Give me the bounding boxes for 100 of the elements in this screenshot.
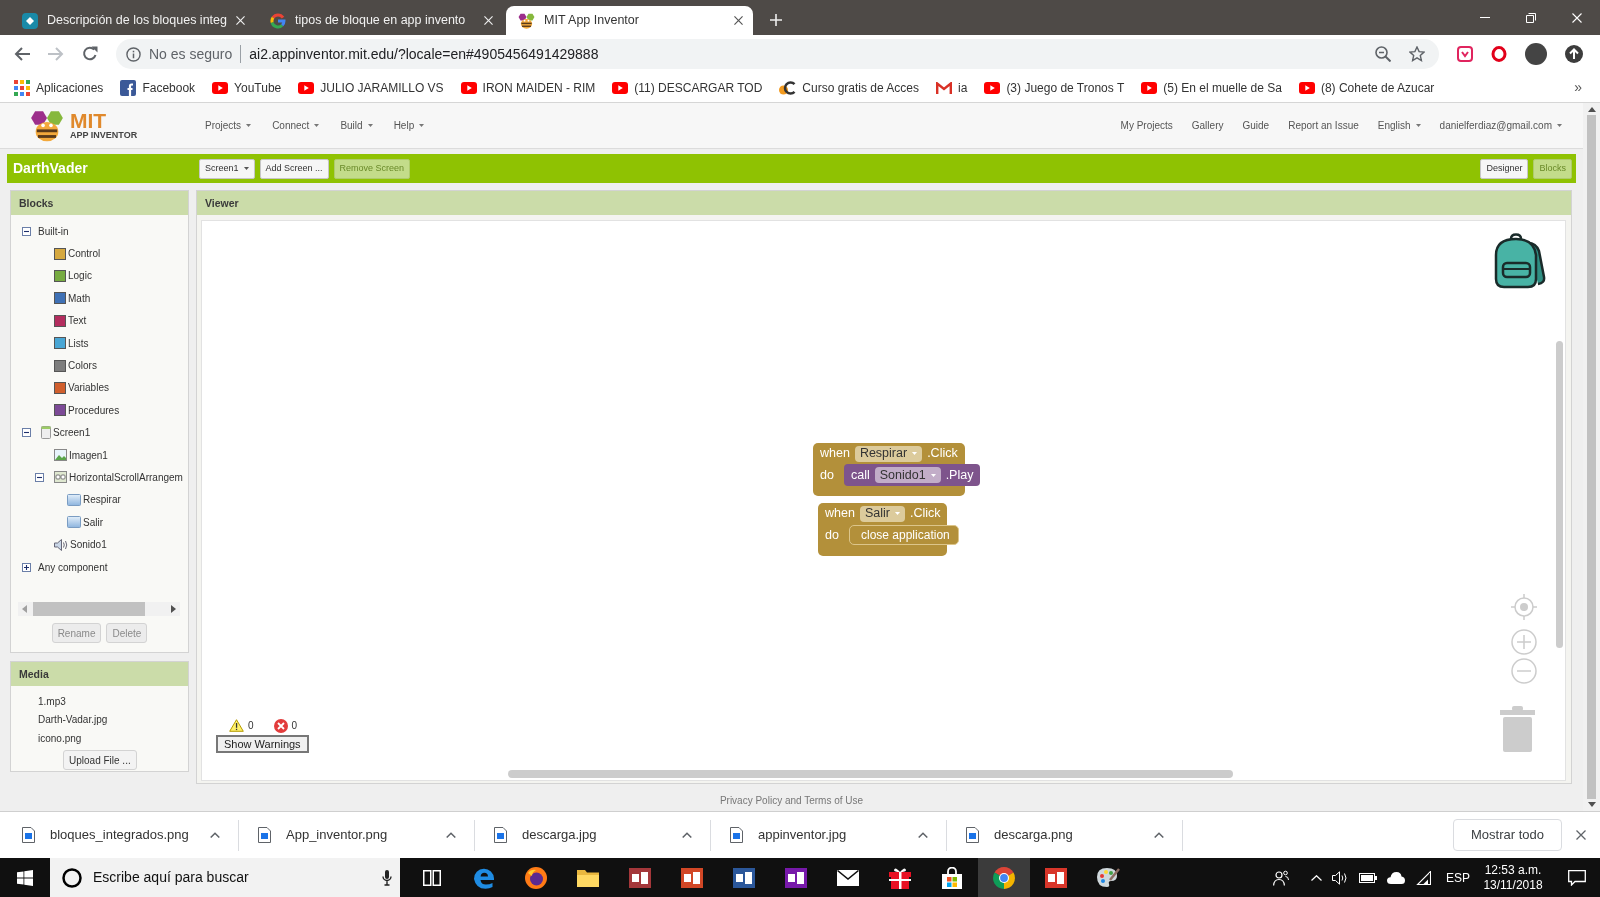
restore-icon[interactable] [1526, 12, 1536, 23]
browser-tab[interactable]: tipos de bloque en app invento [258, 6, 503, 35]
tree-item[interactable]: Text [21, 309, 87, 332]
bookmark-link[interactable]: (5) En el muelle de Sa [1141, 78, 1282, 97]
clock-date[interactable]: 13/11/2018 [1480, 877, 1546, 893]
menu-item[interactable]: Projects [205, 118, 252, 133]
menu-item[interactable]: Report an Issue [1288, 118, 1359, 133]
collapse-icon[interactable] [22, 226, 31, 236]
magnifier-icon[interactable] [1375, 46, 1391, 62]
tree-item[interactable]: Screen1 [21, 421, 91, 444]
download-item[interactable]: bloques_integrados.png [3, 819, 239, 851]
bookmark-link[interactable]: YouTube [212, 78, 282, 97]
download-item[interactable]: App_inventor.png [239, 819, 475, 851]
tree-item[interactable]: Built-in [21, 220, 69, 243]
bookmark-link[interactable]: (8) Cohete de Azucar [1298, 78, 1435, 97]
avatar-icon[interactable] [1525, 43, 1547, 65]
search-bar[interactable]: Escribe aquí para buscar [50, 858, 400, 897]
browser-tab[interactable]: MIT App Inventor [506, 6, 753, 35]
privacy-link[interactable]: Privacy Policy and Terms of Use [719, 793, 864, 811]
download-item[interactable]: descarga.jpg [475, 819, 711, 851]
browser-tab[interactable]: Descripción de los bloques integ [10, 6, 255, 35]
menu-item[interactable]: Gallery [1191, 118, 1224, 133]
close-icon[interactable] [734, 16, 743, 25]
arrow-down-icon[interactable] [1587, 802, 1596, 807]
arrow-right-icon[interactable] [171, 605, 176, 613]
blocks-workspace[interactable]: when Respirar .Click do call Sonido1 .Play when Salir .Click do close application 0 0 Show Warnings [201, 220, 1566, 781]
close-icon[interactable] [1576, 830, 1586, 840]
tree-item[interactable]: Math [21, 287, 91, 310]
ring-icon[interactable] [1491, 46, 1507, 62]
media-file[interactable]: icono.png [38, 732, 82, 744]
address-bar[interactable]: No es seguro ai2.appinventor.mit.edu/?locale=en#4905456491429888 [116, 39, 1439, 69]
menu-item[interactable]: Guide [1242, 118, 1270, 133]
language-indicator[interactable]: ESP [1446, 868, 1470, 887]
menu-item[interactable]: English [1377, 118, 1421, 133]
view-toggle[interactable]: Designer [1480, 158, 1529, 179]
tree-item[interactable]: Variables [21, 376, 109, 400]
tree-item[interactable]: Colors [21, 354, 97, 377]
backpack-icon[interactable] [1492, 233, 1547, 289]
menu-item[interactable]: Help [393, 118, 425, 133]
show-all-button[interactable]: Mostrar todo [1453, 819, 1562, 851]
component-dropdown[interactable]: Respirar [854, 445, 923, 462]
speaker-icon[interactable] [1332, 870, 1349, 885]
plus-icon[interactable] [770, 14, 782, 26]
clock-time[interactable]: 12:53 a.m. [1480, 862, 1546, 878]
bookmark-link[interactable]: (3) Juego de Tronos T [984, 78, 1125, 97]
bookmark-link[interactable]: Curso gratis de Acces [779, 78, 920, 97]
menu-item[interactable]: Build [340, 118, 373, 133]
expand-icon[interactable] [22, 562, 31, 572]
tree-item[interactable]: Sonido1 [21, 533, 107, 556]
search-field[interactable]: Escribe aquí para buscar [93, 867, 371, 888]
upload-button[interactable]: Upload File ... [63, 750, 137, 771]
cloud-icon[interactable] [1387, 871, 1405, 884]
taskbar-app[interactable] [978, 858, 1030, 897]
tree-item[interactable]: HorizontalScrollArrangem [21, 466, 183, 489]
collapse-icon[interactable] [35, 473, 44, 482]
star-icon[interactable] [1409, 46, 1425, 62]
screen-dropdown[interactable]: Screen1 [199, 158, 255, 179]
more-bookmarks[interactable]: » [1574, 77, 1582, 98]
show-warnings-button[interactable]: Show Warnings [216, 735, 309, 753]
tree-item[interactable]: Logic [21, 264, 92, 288]
menu-item[interactable]: My Projects [1120, 118, 1173, 133]
tree-item[interactable]: Control [21, 242, 101, 265]
chevron-tile-icon[interactable] [1457, 46, 1473, 62]
bookmark-link[interactable]: (11) DESCARGAR TOD [612, 78, 763, 97]
media-file[interactable]: 1.mp3 [38, 696, 66, 707]
tree-item[interactable]: Imagen1 [21, 443, 108, 467]
media-file[interactable]: Darth-Vadar.jpg [38, 714, 108, 726]
start-icon[interactable] [17, 869, 33, 886]
arrow-circle-icon[interactable] [1565, 45, 1583, 63]
arrow-up-icon[interactable] [1587, 107, 1596, 112]
menu-item[interactable]: danielferdiaz@gmail.com [1439, 118, 1562, 133]
tree-item[interactable]: Procedures [21, 399, 120, 422]
battery-icon[interactable] [1359, 872, 1377, 883]
microphone-icon[interactable] [382, 869, 392, 886]
notification-icon[interactable] [1568, 869, 1586, 886]
bookmark-link[interactable]: JULIO JARAMILLO VS [298, 78, 444, 97]
tree-item[interactable]: Respirar [21, 488, 121, 512]
tree-item[interactable]: Salir [21, 511, 103, 534]
horizontal-scrollbar[interactable] [18, 602, 180, 616]
bookmark-link[interactable]: IRON MAIDEN - RIM [460, 78, 596, 97]
vertical-scrollbar[interactable] [1556, 341, 1563, 648]
component-dropdown[interactable]: Sonido1 [874, 467, 941, 483]
component-dropdown[interactable]: Salir [859, 505, 905, 522]
tree-item[interactable]: Lists [21, 331, 89, 355]
address-url[interactable]: ai2.appinventor.mit.edu/?locale=en#4905456491429888 [249, 43, 599, 65]
horizontal-scrollbar[interactable] [508, 770, 1233, 778]
call-block[interactable]: call Sonido1 .Play [844, 464, 981, 486]
collapse-icon[interactable] [22, 428, 31, 438]
bookmark-link[interactable]: ia [936, 78, 968, 97]
reload-icon[interactable] [82, 46, 98, 62]
bookmark-link[interactable]: Aplicaciones [14, 78, 104, 97]
download-item[interactable]: descarga.png [947, 819, 1183, 851]
tree-item[interactable]: Any component [21, 555, 108, 579]
signal-icon[interactable] [1415, 870, 1431, 885]
download-item[interactable]: appinventor.jpg [711, 819, 947, 851]
toolbar-button[interactable]: Add Screen ... [259, 158, 329, 179]
bookmark-link[interactable]: Facebook [120, 78, 196, 97]
people-icon[interactable] [1273, 869, 1289, 886]
arrow-left-icon[interactable] [14, 47, 30, 61]
menu-item[interactable]: Connect [272, 118, 320, 133]
